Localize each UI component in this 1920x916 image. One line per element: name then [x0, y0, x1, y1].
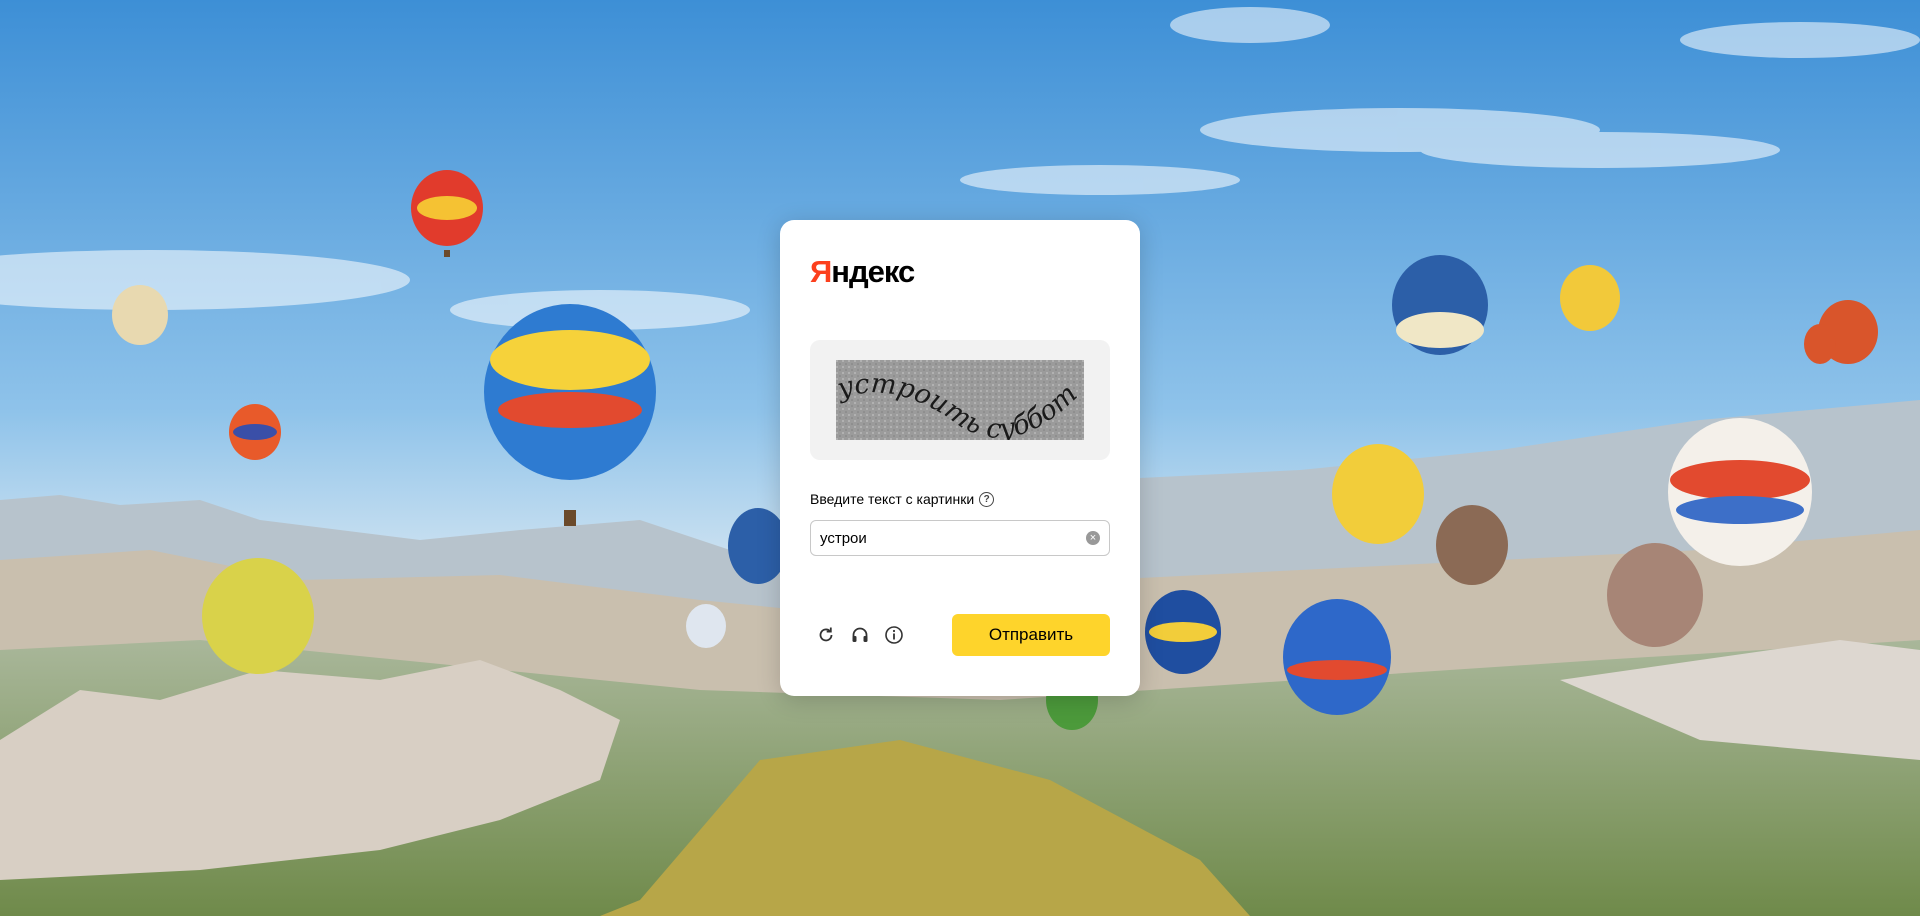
question-icon[interactable]: ? — [979, 491, 995, 507]
captcha-input[interactable] — [811, 521, 1080, 555]
headphones-icon[interactable] — [844, 614, 876, 656]
captcha-label-row: Введите текст с картинки ? — [810, 490, 995, 508]
captcha-image: устроить субботу — [836, 360, 1084, 440]
yandex-logo: Яндекс — [810, 254, 915, 289]
captcha-container: устроить субботу — [810, 340, 1110, 460]
submit-button[interactable]: Отправить — [952, 614, 1110, 656]
clear-input-icon[interactable]: × — [1086, 531, 1100, 545]
captcha-input-wrapper: × — [810, 520, 1110, 556]
captcha-label: Введите текст с картинки — [810, 491, 975, 507]
captcha-toolbar: Отправить — [810, 614, 1110, 656]
info-icon[interactable] — [878, 614, 910, 656]
captcha-card: Яндекс устроить субботу Введите те — [780, 220, 1140, 696]
refresh-icon[interactable] — [810, 614, 842, 656]
